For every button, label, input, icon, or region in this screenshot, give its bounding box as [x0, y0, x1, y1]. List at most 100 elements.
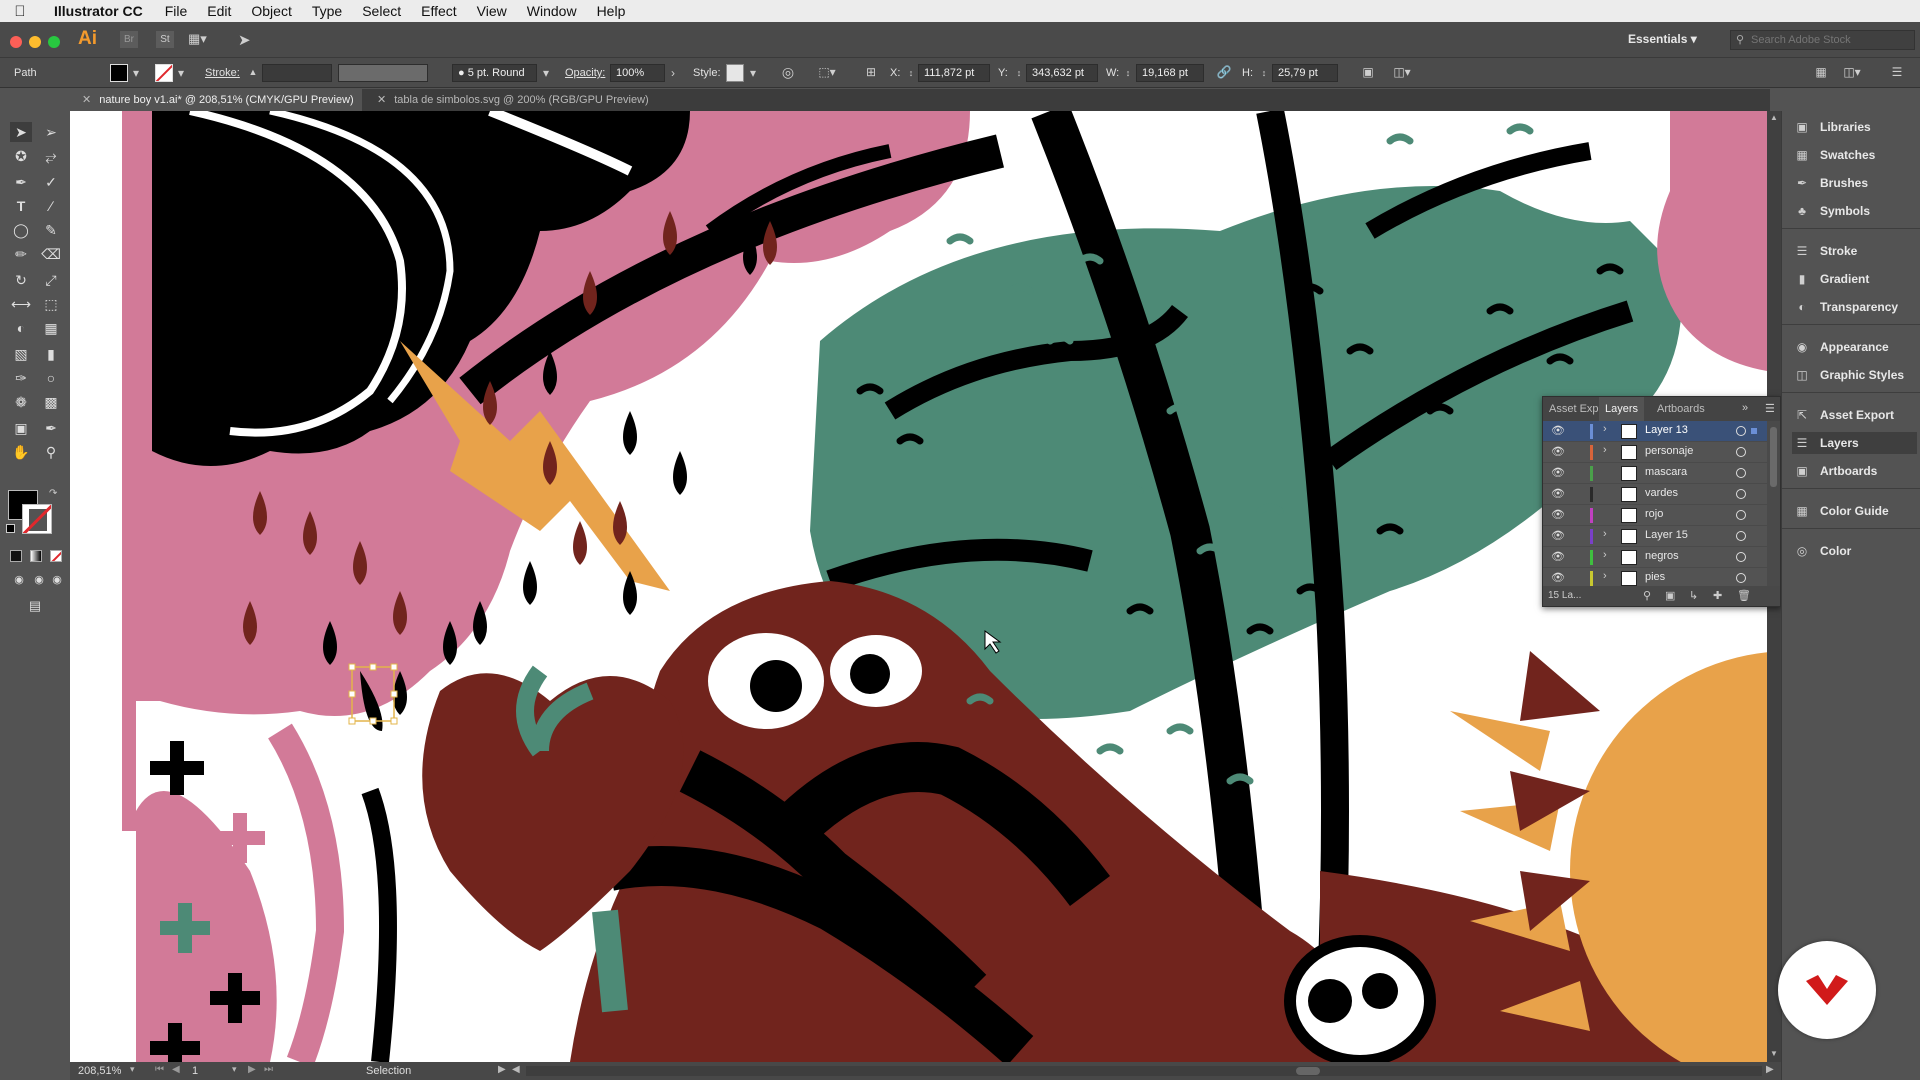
tab-tabla-de-simbolos[interactable]: ✕ tabla de simbolos.svg @ 200% (RGB/GPU P…	[365, 89, 675, 111]
expand-chevron-icon[interactable]: ›	[1603, 570, 1607, 582]
align-to-icon[interactable]: ⬚▾	[818, 65, 836, 79]
visibility-eye-icon[interactable]: 👁	[1551, 508, 1565, 521]
gradient-tool-icon[interactable]: ▮	[40, 344, 62, 364]
layer-row[interactable]: 👁 › Layer 13	[1543, 421, 1767, 442]
transform-reference-icon[interactable]: ⊞	[862, 65, 880, 79]
layer-row[interactable]: 👁 › Layer 15	[1543, 526, 1767, 547]
brush-definition[interactable]: ● 5 pt. Round	[452, 64, 537, 82]
dock-asset-export[interactable]: ⇱ Asset Export	[1792, 404, 1917, 426]
variable-width-profile[interactable]	[338, 64, 428, 82]
zoom-window-button[interactable]	[48, 36, 60, 48]
lasso-tool-icon[interactable]: ⥂	[40, 146, 62, 166]
eyedropper-tool-icon[interactable]: ✑	[10, 368, 32, 388]
menu-type[interactable]: Type	[302, 3, 352, 19]
visibility-eye-icon[interactable]: 👁	[1551, 571, 1565, 584]
target-circle-icon[interactable]	[1736, 552, 1746, 562]
panel-menu-icon[interactable]: ☰	[1765, 402, 1775, 415]
perspective-grid-tool-icon[interactable]: ▦	[40, 318, 62, 338]
target-circle-icon[interactable]	[1736, 468, 1746, 478]
scroll-down-icon[interactable]: ▼	[1770, 1049, 1778, 1058]
close-tab-icon[interactable]: ✕	[377, 94, 386, 106]
menu-file[interactable]: File	[155, 3, 198, 19]
opacity-field[interactable]: 100%	[610, 64, 665, 82]
stock-search[interactable]: ⚲	[1730, 30, 1915, 50]
isolate-object-icon[interactable]: ▣	[1360, 65, 1376, 79]
width-tool-icon[interactable]: ⟷	[10, 294, 32, 314]
gpu-rocket-icon[interactable]: ➤	[238, 31, 251, 49]
dock-appearance[interactable]: ◉ Appearance	[1792, 336, 1917, 358]
layers-scrollbar[interactable]	[1767, 421, 1780, 586]
stroke-weight-stepper[interactable]: ▲	[248, 65, 258, 79]
stock-search-input[interactable]	[1751, 32, 1911, 48]
dock-graphic-styles[interactable]: ◫ Graphic Styles	[1792, 364, 1917, 386]
visibility-eye-icon[interactable]: 👁	[1551, 466, 1565, 479]
delete-layer-icon[interactable]: 🗑	[1737, 589, 1751, 602]
paintbrush-tool-icon[interactable]: ✎	[40, 220, 62, 240]
x-stepper-icon[interactable]: ↕	[907, 66, 915, 80]
target-circle-icon[interactable]	[1736, 489, 1746, 499]
layer-name[interactable]: Layer 15	[1645, 529, 1688, 541]
create-sublayer-icon[interactable]: ↳	[1689, 589, 1698, 602]
draw-normal-icon[interactable]: ◉	[8, 570, 30, 590]
artboard-dropdown-icon[interactable]: ▾	[232, 1064, 237, 1075]
mesh-tool-icon[interactable]: ▧	[10, 344, 32, 364]
y-stepper-icon[interactable]: ↕	[1015, 66, 1023, 80]
hand-tool-icon[interactable]: ✋	[10, 442, 32, 462]
draw-inside-icon[interactable]: ◉	[46, 570, 68, 590]
scroll-up-icon[interactable]: ▲	[1770, 113, 1778, 122]
arrange-panels-icon[interactable]: ▦	[1814, 65, 1828, 79]
style-dropdown-icon[interactable]: ▾	[748, 66, 758, 80]
stroke-label[interactable]: Stroke:	[205, 67, 240, 79]
layer-name[interactable]: personaje	[1645, 445, 1693, 457]
expand-chevron-icon[interactable]: ›	[1603, 423, 1607, 435]
layer-row[interactable]: 👁 rojo	[1543, 505, 1767, 526]
hscroll-thumb[interactable]	[1296, 1067, 1320, 1075]
create-new-layer-icon[interactable]: ✚	[1713, 589, 1722, 602]
dock-transparency[interactable]: ◐ Transparency	[1792, 296, 1917, 318]
dock-stroke[interactable]: ☰ Stroke	[1792, 240, 1917, 262]
close-tab-icon[interactable]: ✕	[82, 94, 91, 106]
stock-button[interactable]: St	[156, 31, 174, 48]
stroke-weight-field[interactable]	[262, 64, 332, 82]
screen-mode-icon[interactable]: ▤	[24, 596, 46, 616]
slice-tool-icon[interactable]: ✒	[40, 418, 62, 438]
dock-brushes[interactable]: ✒ Brushes	[1792, 172, 1917, 194]
menu-edit[interactable]: Edit	[197, 3, 241, 19]
curvature-tool-icon[interactable]: ✓	[40, 172, 62, 192]
dock-gradient[interactable]: ▮ Gradient	[1792, 268, 1917, 290]
target-circle-icon[interactable]	[1736, 573, 1746, 583]
brush-dropdown-icon[interactable]: ▾	[541, 66, 551, 80]
expand-chevron-icon[interactable]: ›	[1603, 528, 1607, 540]
column-graph-tool-icon[interactable]: ▩	[40, 392, 62, 412]
fill-dropdown-icon[interactable]: ▾	[131, 66, 141, 80]
swap-fill-stroke-icon[interactable]: ↷	[49, 488, 57, 499]
menu-view[interactable]: View	[467, 3, 517, 19]
layer-row[interactable]: 👁 › personaje	[1543, 442, 1767, 463]
layer-name[interactable]: mascara	[1645, 466, 1687, 478]
height-stepper-icon[interactable]: ↕	[1260, 66, 1268, 80]
zoom-tool-icon[interactable]: ⚲	[40, 442, 62, 462]
layer-name[interactable]: rojo	[1645, 508, 1663, 520]
x-field[interactable]: 111,872 pt	[918, 64, 990, 82]
hscroll-right-icon[interactable]: ▶	[1766, 1064, 1774, 1075]
opacity-label[interactable]: Opacity:	[565, 67, 605, 79]
visibility-eye-icon[interactable]: 👁	[1551, 529, 1565, 542]
layer-name[interactable]: negros	[1645, 550, 1679, 562]
close-window-button[interactable]	[10, 36, 22, 48]
visibility-eye-icon[interactable]: 👁	[1551, 424, 1565, 437]
first-artboard-icon[interactable]: ⏮	[155, 1064, 164, 1075]
layers-scroll-thumb[interactable]	[1770, 427, 1777, 487]
y-field[interactable]: 343,632 pt	[1026, 64, 1098, 82]
layer-row[interactable]: 👁 vardes	[1543, 484, 1767, 505]
app-menu[interactable]: Illustrator CC	[40, 3, 155, 19]
dock-swatches[interactable]: ▦ Swatches	[1792, 144, 1917, 166]
last-artboard-icon[interactable]: ⏭	[264, 1064, 273, 1075]
blend-tool-icon[interactable]: ○	[40, 368, 62, 388]
dock-artboards[interactable]: ▣ Artboards	[1792, 460, 1917, 482]
minimize-window-button[interactable]	[29, 36, 41, 48]
tab-layers[interactable]: Layers	[1599, 397, 1645, 421]
bridge-button[interactable]: Br	[120, 31, 138, 48]
stroke-dropdown-icon[interactable]: ▾	[176, 66, 186, 80]
line-tool-icon[interactable]: ∕	[40, 196, 62, 216]
align-options-icon[interactable]: ◫▾	[1388, 65, 1416, 79]
